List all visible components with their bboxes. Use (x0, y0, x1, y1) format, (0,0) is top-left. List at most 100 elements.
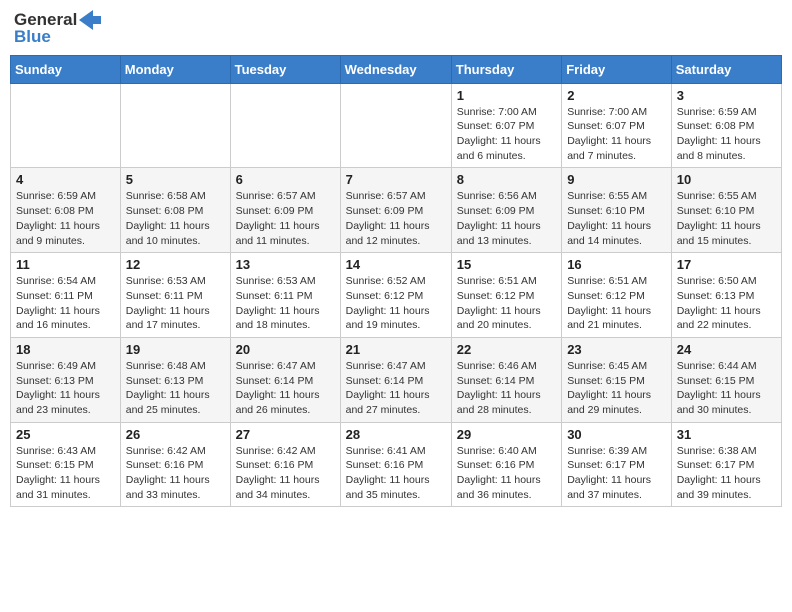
day-number: 28 (346, 427, 446, 442)
day-number: 6 (236, 172, 335, 187)
calendar-cell: 23 Sunrise: 6:45 AMSunset: 6:15 PMDayligh… (562, 337, 672, 422)
calendar-cell: 5 Sunrise: 6:58 AMSunset: 6:08 PMDaylight… (120, 168, 230, 253)
calendar-week-row: 1 Sunrise: 7:00 AMSunset: 6:07 PMDaylight… (11, 83, 782, 168)
day-number: 26 (126, 427, 225, 442)
day-info: Sunrise: 6:53 AMSunset: 6:11 PMDaylight:… (236, 274, 335, 333)
weekday-header-tuesday: Tuesday (230, 55, 340, 83)
calendar-cell: 16 Sunrise: 6:51 AMSunset: 6:12 PMDayligh… (562, 253, 672, 338)
day-info: Sunrise: 6:46 AMSunset: 6:14 PMDaylight:… (457, 359, 556, 418)
calendar-cell: 11 Sunrise: 6:54 AMSunset: 6:11 PMDayligh… (11, 253, 121, 338)
day-info: Sunrise: 6:52 AMSunset: 6:12 PMDaylight:… (346, 274, 446, 333)
calendar-cell: 12 Sunrise: 6:53 AMSunset: 6:11 PMDayligh… (120, 253, 230, 338)
calendar-cell: 25 Sunrise: 6:43 AMSunset: 6:15 PMDayligh… (11, 422, 121, 507)
day-number: 5 (126, 172, 225, 187)
calendar-cell (120, 83, 230, 168)
day-info: Sunrise: 6:57 AMSunset: 6:09 PMDaylight:… (346, 189, 446, 248)
calendar-cell: 13 Sunrise: 6:53 AMSunset: 6:11 PMDayligh… (230, 253, 340, 338)
day-info: Sunrise: 6:57 AMSunset: 6:09 PMDaylight:… (236, 189, 335, 248)
page-header: General Blue (10, 10, 782, 47)
calendar-cell: 31Sunrise: 6:38 AMSunset: 6:17 PMDayligh… (671, 422, 781, 507)
day-number: 22 (457, 342, 556, 357)
calendar-week-row: 11 Sunrise: 6:54 AMSunset: 6:11 PMDayligh… (11, 253, 782, 338)
calendar-cell (11, 83, 121, 168)
day-number: 1 (457, 88, 556, 103)
day-info: Sunrise: 6:42 AMSunset: 6:16 PMDaylight:… (236, 444, 335, 503)
day-info: Sunrise: 6:41 AMSunset: 6:16 PMDaylight:… (346, 444, 446, 503)
calendar-cell: 15Sunrise: 6:51 AMSunset: 6:12 PMDayligh… (451, 253, 561, 338)
calendar-cell: 3Sunrise: 6:59 AMSunset: 6:08 PMDaylight… (671, 83, 781, 168)
calendar-cell: 18 Sunrise: 6:49 AMSunset: 6:13 PMDayligh… (11, 337, 121, 422)
weekday-header-wednesday: Wednesday (340, 55, 451, 83)
day-info: Sunrise: 6:51 AMSunset: 6:12 PMDaylight:… (567, 274, 666, 333)
day-number: 13 (236, 257, 335, 272)
day-number: 24 (677, 342, 776, 357)
day-info: Sunrise: 6:58 AMSunset: 6:08 PMDaylight:… (126, 189, 225, 248)
day-number: 29 (457, 427, 556, 442)
day-number: 19 (126, 342, 225, 357)
day-info: Sunrise: 7:00 AMSunset: 6:07 PMDaylight:… (457, 105, 556, 164)
logo: General Blue (14, 10, 101, 47)
day-info: Sunrise: 6:38 AMSunset: 6:17 PMDaylight:… (677, 444, 776, 503)
day-number: 27 (236, 427, 335, 442)
day-number: 23 (567, 342, 666, 357)
weekday-header-friday: Friday (562, 55, 672, 83)
logo-wing-icon (79, 10, 101, 30)
day-info: Sunrise: 6:44 AMSunset: 6:15 PMDaylight:… (677, 359, 776, 418)
day-info: Sunrise: 6:56 AMSunset: 6:09 PMDaylight:… (457, 189, 556, 248)
calendar-cell: 29Sunrise: 6:40 AMSunset: 6:16 PMDayligh… (451, 422, 561, 507)
calendar-header-row: SundayMondayTuesdayWednesdayThursdayFrid… (11, 55, 782, 83)
calendar-cell: 28 Sunrise: 6:41 AMSunset: 6:16 PMDayligh… (340, 422, 451, 507)
calendar-week-row: 25 Sunrise: 6:43 AMSunset: 6:15 PMDayligh… (11, 422, 782, 507)
calendar-cell: 1 Sunrise: 7:00 AMSunset: 6:07 PMDaylight… (451, 83, 561, 168)
day-number: 20 (236, 342, 335, 357)
calendar-cell: 27 Sunrise: 6:42 AMSunset: 6:16 PMDayligh… (230, 422, 340, 507)
day-number: 11 (16, 257, 115, 272)
calendar-cell: 20Sunrise: 6:47 AMSunset: 6:14 PMDayligh… (230, 337, 340, 422)
day-info: Sunrise: 6:39 AMSunset: 6:17 PMDaylight:… (567, 444, 666, 503)
day-number: 16 (567, 257, 666, 272)
day-info: Sunrise: 6:47 AMSunset: 6:14 PMDaylight:… (346, 359, 446, 418)
calendar-cell (230, 83, 340, 168)
calendar-cell: 30 Sunrise: 6:39 AMSunset: 6:17 PMDayligh… (562, 422, 672, 507)
day-number: 2 (567, 88, 666, 103)
weekday-header-saturday: Saturday (671, 55, 781, 83)
day-info: Sunrise: 6:42 AMSunset: 6:16 PMDaylight:… (126, 444, 225, 503)
calendar-cell: 2 Sunrise: 7:00 AMSunset: 6:07 PMDaylight… (562, 83, 672, 168)
calendar-cell: 14 Sunrise: 6:52 AMSunset: 6:12 PMDayligh… (340, 253, 451, 338)
calendar-cell: 22 Sunrise: 6:46 AMSunset: 6:14 PMDayligh… (451, 337, 561, 422)
day-info: Sunrise: 6:59 AMSunset: 6:08 PMDaylight:… (16, 189, 115, 248)
calendar-cell: 17Sunrise: 6:50 AMSunset: 6:13 PMDayligh… (671, 253, 781, 338)
day-info: Sunrise: 6:50 AMSunset: 6:13 PMDaylight:… (677, 274, 776, 333)
day-number: 21 (346, 342, 446, 357)
day-info: Sunrise: 6:55 AMSunset: 6:10 PMDaylight:… (677, 189, 776, 248)
day-number: 9 (567, 172, 666, 187)
day-number: 18 (16, 342, 115, 357)
day-info: Sunrise: 6:59 AMSunset: 6:08 PMDaylight:… (677, 105, 776, 164)
day-info: Sunrise: 6:49 AMSunset: 6:13 PMDaylight:… (16, 359, 115, 418)
day-info: Sunrise: 6:51 AMSunset: 6:12 PMDaylight:… (457, 274, 556, 333)
calendar-cell (340, 83, 451, 168)
calendar-cell: 6 Sunrise: 6:57 AMSunset: 6:09 PMDaylight… (230, 168, 340, 253)
day-info: Sunrise: 6:45 AMSunset: 6:15 PMDaylight:… (567, 359, 666, 418)
calendar-week-row: 4 Sunrise: 6:59 AMSunset: 6:08 PMDaylight… (11, 168, 782, 253)
calendar-cell: 7 Sunrise: 6:57 AMSunset: 6:09 PMDaylight… (340, 168, 451, 253)
day-number: 12 (126, 257, 225, 272)
calendar-week-row: 18 Sunrise: 6:49 AMSunset: 6:13 PMDayligh… (11, 337, 782, 422)
day-number: 4 (16, 172, 115, 187)
day-info: Sunrise: 6:53 AMSunset: 6:11 PMDaylight:… (126, 274, 225, 333)
calendar-cell: 19Sunrise: 6:48 AMSunset: 6:13 PMDayligh… (120, 337, 230, 422)
logo-blue: Blue (14, 28, 101, 47)
day-number: 14 (346, 257, 446, 272)
day-number: 30 (567, 427, 666, 442)
day-info: Sunrise: 6:43 AMSunset: 6:15 PMDaylight:… (16, 444, 115, 503)
day-number: 8 (457, 172, 556, 187)
day-info: Sunrise: 7:00 AMSunset: 6:07 PMDaylight:… (567, 105, 666, 164)
day-number: 25 (16, 427, 115, 442)
calendar-cell: 9 Sunrise: 6:55 AMSunset: 6:10 PMDaylight… (562, 168, 672, 253)
weekday-header-sunday: Sunday (11, 55, 121, 83)
day-info: Sunrise: 6:54 AMSunset: 6:11 PMDaylight:… (16, 274, 115, 333)
day-info: Sunrise: 6:55 AMSunset: 6:10 PMDaylight:… (567, 189, 666, 248)
calendar-cell: 10 Sunrise: 6:55 AMSunset: 6:10 PMDayligh… (671, 168, 781, 253)
day-number: 10 (677, 172, 776, 187)
day-number: 7 (346, 172, 446, 187)
